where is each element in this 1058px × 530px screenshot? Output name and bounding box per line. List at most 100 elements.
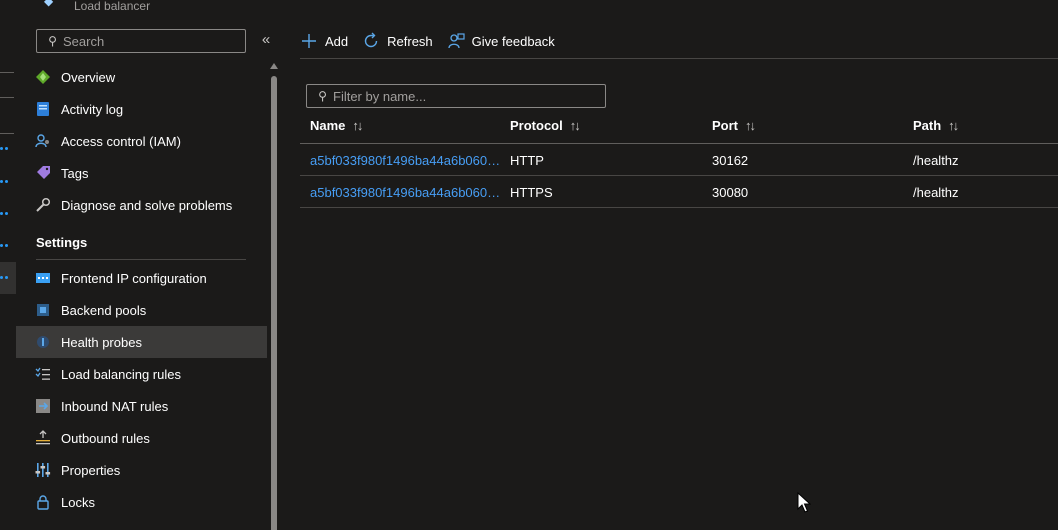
search-icon: ⚲	[318, 89, 327, 103]
settings-section-title: Settings	[36, 235, 88, 250]
nav-label: Access control (IAM)	[61, 133, 181, 149]
more-icon[interactable]	[0, 212, 12, 216]
path-cell: /healthz	[913, 185, 959, 200]
command-bar: Add Refresh Give feedback	[300, 24, 569, 58]
nav-label: Activity log	[61, 101, 124, 117]
more-icon[interactable]	[0, 244, 12, 248]
rules-list-icon	[35, 366, 51, 382]
more-icon[interactable]	[0, 276, 12, 280]
nav-tags[interactable]: Tags	[16, 157, 267, 189]
divider	[0, 72, 14, 73]
toolbar-divider	[300, 58, 1058, 59]
feedback-label: Give feedback	[471, 33, 555, 49]
column-header-name[interactable]: Name ↑↓	[310, 118, 363, 133]
nav-label: Backend pools	[61, 302, 147, 318]
resource-type-label: Load balancer	[74, 0, 151, 13]
nav-health-probes[interactable]: Health probes	[16, 326, 267, 358]
divider	[0, 97, 14, 98]
blade-divider	[282, 24, 283, 530]
filter-box[interactable]: ⚲	[306, 84, 606, 108]
table-row: a5bf033f980f1496ba44a6b0601f1e9e-TCP-300…	[300, 176, 1058, 208]
add-label: Add	[325, 33, 349, 49]
nav-overview[interactable]: Overview	[16, 61, 267, 93]
menu-scrollbar[interactable]	[267, 60, 281, 530]
menu-search-box[interactable]: ⚲	[36, 29, 246, 53]
parent-blade-strip	[0, 0, 16, 530]
activity-log-icon	[35, 101, 51, 117]
menu-search-input[interactable]	[63, 33, 233, 49]
nav-access-control[interactable]: Access control (IAM)	[16, 125, 267, 157]
nav-label: Inbound NAT rules	[61, 398, 169, 414]
give-feedback-button[interactable]: Give feedback	[447, 32, 555, 50]
port-cell: 30080	[712, 185, 749, 200]
protocol-cell: HTTPS	[510, 185, 553, 200]
frontend-ip-icon	[35, 270, 51, 286]
scroll-up-arrow-icon[interactable]	[270, 63, 278, 69]
wrench-icon	[35, 197, 51, 213]
table-header: Name ↑↓ Protocol ↑↓ Port ↑↓ Path ↑↓	[300, 110, 1058, 144]
table-row: a5bf033f980f1496ba44a6b0601f1e9e-TCP-301…	[300, 144, 1058, 176]
resource-menu: ⚲ « Overview Activity log Access control…	[16, 24, 282, 530]
nav-label: Overview	[61, 69, 116, 85]
health-probes-table: Name ↑↓ Protocol ↑↓ Port ↑↓ Path ↑↓ a5bf033f…	[300, 110, 1058, 208]
column-label: Name	[310, 118, 346, 133]
tag-icon	[35, 165, 51, 181]
app-root: ◆ Load balancer ⚲ « Overview Activity lo…	[0, 0, 1058, 530]
column-label: Protocol	[510, 118, 563, 133]
inbound-nat-icon	[35, 398, 51, 414]
overview-icon	[35, 69, 51, 85]
plus-icon	[300, 32, 318, 50]
collapse-menu-icon[interactable]: «	[256, 30, 276, 50]
nav-label: Frontend IP configuration	[61, 270, 207, 286]
column-label: Port	[712, 118, 738, 133]
nav-activity-log[interactable]: Activity log	[16, 93, 267, 125]
properties-icon	[35, 462, 51, 478]
divider	[0, 133, 14, 134]
sort-icon[interactable]: ↑↓	[745, 118, 756, 133]
nav-outbound-rules[interactable]: Outbound rules	[16, 422, 267, 454]
nav-frontend-ip[interactable]: Frontend IP configuration	[16, 262, 267, 294]
nav-label: Properties	[61, 462, 121, 478]
refresh-label: Refresh	[387, 33, 433, 49]
iam-icon	[35, 133, 51, 149]
refresh-icon	[362, 32, 380, 50]
nav-backend-pools[interactable]: Backend pools	[16, 294, 267, 326]
sort-icon[interactable]: ↑↓	[570, 118, 581, 133]
nav-locks[interactable]: Locks	[16, 486, 267, 518]
feedback-icon	[447, 32, 465, 50]
nav-label: Load balancing rules	[61, 366, 181, 382]
scroll-thumb[interactable]	[271, 76, 277, 530]
nav-diagnose[interactable]: Diagnose and solve problems	[16, 189, 267, 221]
load-balancer-icon: ◆	[44, 0, 54, 8]
refresh-button[interactable]: Refresh	[362, 32, 433, 50]
nav-label: Health probes	[61, 334, 142, 350]
nav-label: Locks	[61, 494, 95, 510]
nav-label: Tags	[61, 165, 89, 181]
column-header-path[interactable]: Path ↑↓	[913, 118, 959, 133]
port-cell: 30162	[712, 153, 749, 168]
probe-name-link[interactable]: a5bf033f980f1496ba44a6b0601f1e9e-TCP-301…	[310, 153, 502, 168]
add-button[interactable]: Add	[300, 32, 348, 50]
more-icon[interactable]	[0, 180, 12, 184]
more-icon[interactable]	[0, 147, 12, 151]
lock-icon	[35, 494, 51, 510]
section-divider	[36, 259, 246, 260]
column-label: Path	[913, 118, 942, 133]
probe-name-link[interactable]: a5bf033f980f1496ba44a6b0601f1e9e-TCP-300…	[310, 185, 502, 200]
nav-label: Outbound rules	[61, 430, 150, 446]
sort-icon[interactable]: ↑↓	[948, 118, 959, 133]
column-header-protocol[interactable]: Protocol ↑↓	[510, 118, 581, 133]
protocol-cell: HTTP	[510, 153, 544, 168]
column-header-port[interactable]: Port ↑↓	[712, 118, 756, 133]
nav-properties[interactable]: Properties	[16, 454, 267, 486]
nav-load-balancing-rules[interactable]: Load balancing rules	[16, 358, 267, 390]
path-cell: /healthz	[913, 153, 959, 168]
nav-label: Diagnose and solve problems	[61, 197, 233, 213]
outbound-rules-icon	[35, 430, 51, 446]
filter-input[interactable]	[333, 88, 603, 104]
nav-inbound-nat[interactable]: Inbound NAT rules	[16, 390, 267, 422]
sort-icon[interactable]: ↑↓	[352, 118, 363, 133]
search-icon: ⚲	[48, 34, 57, 48]
mouse-pointer-icon	[797, 492, 811, 513]
backend-pool-icon	[35, 302, 51, 318]
